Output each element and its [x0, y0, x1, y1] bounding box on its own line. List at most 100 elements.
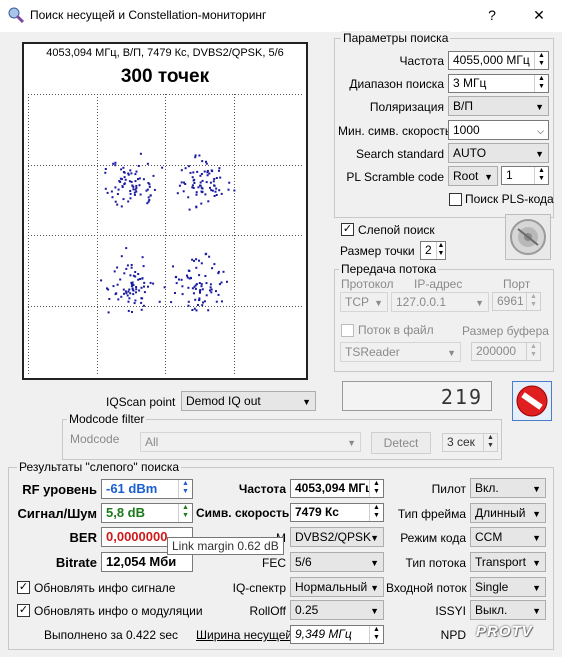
mod-select[interactable]: DVBS2/QPSK ▼: [290, 527, 384, 547]
chevron-down-icon: ▼: [302, 397, 311, 407]
stop-button[interactable]: [512, 381, 552, 421]
title-bar: Поиск несущей и Constellation-мониторинг…: [0, 0, 562, 32]
constellation-point: [195, 193, 198, 196]
code-label: Режим кода: [400, 531, 466, 545]
constellation-point: [200, 173, 203, 175]
constellation-point: [228, 181, 231, 184]
update-mod-checkbox[interactable]: ✓: [17, 604, 30, 617]
fec-select[interactable]: 5/6 ▼: [290, 552, 384, 572]
constellation-point: [188, 277, 191, 280]
issyi-select[interactable]: Выкл. ▼: [470, 600, 546, 620]
rolloff-select[interactable]: 0.25 ▼: [290, 600, 384, 620]
constellation-point: [187, 304, 190, 307]
stream-type-label: Тип потока: [405, 556, 466, 570]
constellation-point: [207, 309, 210, 312]
protocol-select[interactable]: TCP ▼: [340, 292, 388, 312]
range-spin-icon[interactable]: ▲ ▼: [534, 75, 548, 92]
pls-search-checkbox[interactable]: [449, 193, 462, 206]
update-signal-checkbox[interactable]: ✓: [17, 581, 30, 594]
port-input[interactable]: 6961 ▲ ▼: [492, 292, 541, 311]
constellation-point: [208, 172, 211, 175]
range-label: Диапазон поиска: [349, 77, 444, 91]
constellation-point: [204, 193, 207, 196]
modcode-time-input[interactable]: 3 сек ▲ ▼: [442, 433, 498, 452]
rf-spin-icon[interactable]: ▲ ▼: [178, 480, 192, 498]
constellation-point: [132, 185, 135, 188]
point-size-input[interactable]: 2 ▲ ▼: [420, 241, 446, 260]
constellation-point: [116, 266, 119, 269]
bw-label[interactable]: Ширина несущей: [196, 628, 292, 642]
port-spin-icon[interactable]: ▲ ▼: [526, 293, 540, 310]
min-sr-select[interactable]: 1000 ⌵: [448, 120, 549, 140]
constellation-point: [114, 293, 117, 296]
code-select[interactable]: CCM ▼: [470, 527, 546, 547]
buffer-input[interactable]: 200000 ▲ ▼: [471, 342, 541, 361]
polarization-select[interactable]: В/П ▼: [448, 96, 549, 116]
chevron-down-icon: ▼: [475, 298, 484, 308]
iq-select[interactable]: Нормальный ▼: [290, 577, 384, 597]
bw-spin-icon[interactable]: ▲ ▼: [369, 626, 383, 643]
constellation-point: [195, 258, 198, 261]
constellation-point: [134, 180, 137, 183]
tooltip: Link margin 0.62 dB: [167, 537, 284, 555]
constellation-point: [116, 203, 119, 206]
sr-spin-icon[interactable]: ▲ ▼: [369, 504, 383, 521]
close-button[interactable]: ✕: [524, 5, 554, 25]
constellation-point: [141, 256, 144, 259]
blind-search-checkbox[interactable]: ✓: [341, 223, 354, 236]
stream-type-select[interactable]: Transport ▼: [470, 552, 546, 572]
ip-select[interactable]: 127.0.0.1 ▼: [391, 292, 489, 312]
constellation-point: [213, 178, 216, 180]
frame-select[interactable]: Длинный ▼: [470, 503, 546, 523]
constellation-point: [140, 286, 143, 289]
time-spin-icon[interactable]: ▲ ▼: [483, 434, 497, 451]
input-stream-label: Входной поток: [386, 581, 467, 595]
constellation-point: [221, 300, 223, 303]
constellation-point: [198, 259, 200, 262]
iqscan-select[interactable]: Demod IQ out ▼: [181, 391, 316, 411]
constellation-point: [213, 184, 216, 187]
constellation-point: [129, 190, 132, 192]
constellation-point: [200, 202, 203, 205]
constellation-point: [127, 309, 130, 312]
protocol-label: Протокол: [341, 277, 394, 291]
pls-spin-icon[interactable]: ▲ ▼: [534, 167, 548, 184]
help-button[interactable]: ?: [477, 5, 507, 25]
pls-value-input[interactable]: 1 ▲ ▼: [501, 166, 549, 185]
snr-spin-icon[interactable]: ▲ ▼: [178, 504, 192, 522]
frequency-spin-icon[interactable]: ▲ ▼: [534, 52, 548, 69]
iq-label: IQ-спектр: [232, 581, 286, 595]
range-input[interactable]: 3 МГц ▲ ▼: [448, 74, 549, 93]
to-file-checkbox[interactable]: [341, 324, 354, 337]
constellation-point: [176, 192, 179, 195]
reader-select[interactable]: TSReader ▼: [340, 342, 461, 362]
constellation-point: [191, 176, 194, 179]
satellite-logo-button[interactable]: [505, 214, 551, 260]
detect-button[interactable]: Detect: [371, 432, 431, 454]
constellation-point: [220, 192, 223, 195]
watermark-logo: PROTV: [476, 623, 546, 643]
constellation-point: [139, 278, 141, 280]
constellation-point: [122, 198, 125, 201]
pls-mode-select[interactable]: Root ▼: [448, 166, 498, 186]
freq-spin-icon[interactable]: ▲ ▼: [369, 480, 383, 497]
constellation-point: [201, 187, 204, 190]
constellation-point: [128, 180, 131, 183]
constellation-point: [104, 168, 107, 170]
point-size-spin-icon[interactable]: ▲ ▼: [436, 242, 445, 259]
npd-label: NPD: [440, 628, 466, 642]
pilot-select[interactable]: Вкл. ▼: [470, 478, 546, 498]
constellation-point: [132, 289, 135, 292]
frequency-input[interactable]: 4055,000 МГц ▲ ▼: [448, 51, 549, 70]
input-stream-select[interactable]: Single ▼: [470, 577, 546, 597]
buffer-spin-icon[interactable]: ▲ ▼: [526, 343, 540, 360]
chevron-down-icon: ▼: [532, 606, 541, 616]
constellation-point: [211, 189, 214, 192]
chevron-down-icon: ▼: [532, 533, 541, 543]
standard-select[interactable]: AUTO ▼: [448, 143, 549, 163]
modcode-select[interactable]: All ▼: [140, 432, 361, 452]
buffer-label: Размер буфера: [462, 324, 549, 338]
frame-label: Тип фрейма: [397, 507, 466, 521]
constellation-point: [200, 262, 203, 265]
constellation-point: [153, 188, 156, 191]
